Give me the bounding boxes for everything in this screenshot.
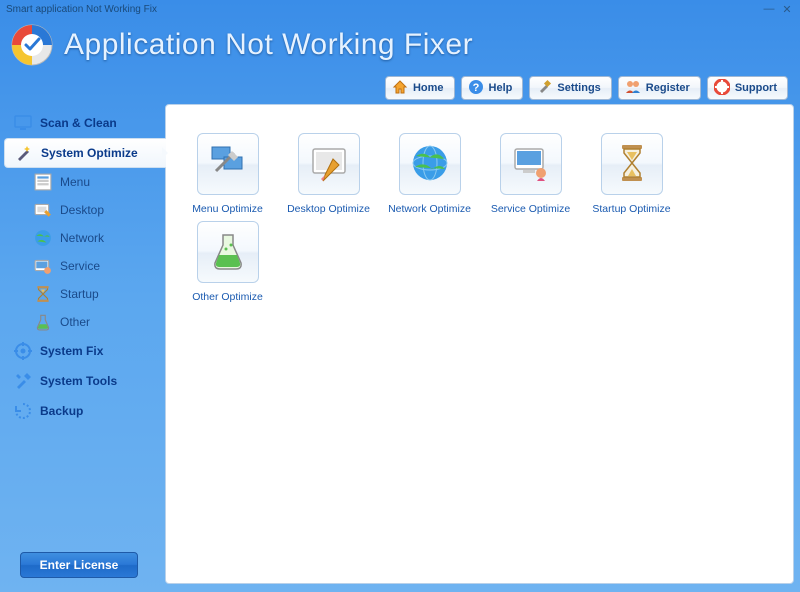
app-logo-icon	[10, 23, 54, 67]
sidebar-label: Network	[60, 231, 104, 245]
help-label: Help	[489, 82, 513, 94]
home-icon	[392, 79, 408, 98]
sidebar-label: Startup	[60, 287, 99, 301]
close-button[interactable]: ✕	[780, 2, 794, 16]
settings-icon	[536, 79, 552, 98]
help-icon: ?	[468, 79, 484, 98]
content-area: Menu Optimize Desktop Optimize Network O…	[165, 104, 794, 584]
sidebar-label: System Optimize	[41, 146, 138, 160]
globe-icon	[34, 229, 52, 247]
service-optimize-icon	[509, 141, 553, 188]
startup-optimize-icon	[610, 141, 654, 188]
support-button[interactable]: Support	[707, 76, 788, 100]
toolbar: Home ? Help Settings Register Support	[0, 72, 800, 104]
other-optimize-icon	[206, 229, 250, 276]
sidebar-label: Service	[60, 259, 100, 273]
optimize-menu[interactable]: Menu Optimize	[180, 133, 275, 215]
hourglass-icon	[34, 285, 52, 303]
sidebar-sub-startup[interactable]: Startup	[4, 280, 165, 308]
backup-icon	[14, 402, 32, 420]
sidebar-sub-other[interactable]: Other	[4, 308, 165, 336]
enter-license-button[interactable]: Enter License	[20, 552, 138, 578]
flask-icon	[34, 313, 52, 331]
svg-text:?: ?	[472, 82, 479, 94]
sidebar-sub-service[interactable]: Service	[4, 252, 165, 280]
desktop-optimize-icon	[307, 141, 351, 188]
window-title: Smart application Not Working Fix	[6, 4, 758, 15]
gear-icon	[14, 342, 32, 360]
network-optimize-icon	[408, 141, 452, 188]
optimize-label: Menu Optimize	[192, 203, 263, 215]
home-button[interactable]: Home	[385, 76, 455, 100]
optimize-label: Network Optimize	[388, 203, 471, 215]
sidebar-sub-network[interactable]: Network	[4, 224, 165, 252]
sidebar-item-system-tools[interactable]: System Tools	[4, 366, 165, 396]
support-icon	[714, 79, 730, 98]
optimize-desktop[interactable]: Desktop Optimize	[281, 133, 376, 215]
home-label: Home	[413, 82, 444, 94]
wand-icon	[15, 144, 33, 162]
header: Application Not Working Fixer	[0, 18, 800, 72]
sidebar-label: Desktop	[60, 203, 104, 217]
monitor-icon	[14, 114, 32, 132]
sidebar-item-scan-clean[interactable]: Scan & Clean	[4, 108, 165, 138]
app-title: Application Not Working Fixer	[64, 28, 473, 62]
settings-label: Settings	[557, 82, 600, 94]
register-label: Register	[646, 82, 690, 94]
optimize-startup[interactable]: Startup Optimize	[584, 133, 679, 215]
support-label: Support	[735, 82, 777, 94]
minimize-button[interactable]: —	[762, 2, 776, 16]
help-button[interactable]: ? Help	[461, 76, 524, 100]
optimize-label: Other Optimize	[192, 291, 263, 303]
sidebar-label: Menu	[60, 175, 90, 189]
optimize-network[interactable]: Network Optimize	[382, 133, 477, 215]
service-icon	[34, 257, 52, 275]
optimize-service[interactable]: Service Optimize	[483, 133, 578, 215]
settings-button[interactable]: Settings	[529, 76, 611, 100]
sidebar-item-backup[interactable]: Backup	[4, 396, 165, 426]
menu-optimize-icon	[206, 141, 250, 188]
optimize-label: Desktop Optimize	[287, 203, 370, 215]
register-icon	[625, 79, 641, 98]
desktop-icon	[34, 201, 52, 219]
sidebar: Scan & Clean System Optimize Menu Deskto…	[0, 104, 165, 590]
sidebar-label: System Fix	[40, 344, 103, 358]
sidebar-label: Scan & Clean	[40, 116, 117, 130]
titlebar: Smart application Not Working Fix — ✕	[0, 0, 800, 18]
sidebar-label: Backup	[40, 404, 83, 418]
sidebar-label: System Tools	[40, 374, 117, 388]
optimize-label: Service Optimize	[491, 203, 570, 215]
menu-icon	[34, 173, 52, 191]
sidebar-item-system-fix[interactable]: System Fix	[4, 336, 165, 366]
optimize-label: Startup Optimize	[592, 203, 670, 215]
tools-icon	[14, 372, 32, 390]
sidebar-sub-desktop[interactable]: Desktop	[4, 196, 165, 224]
sidebar-sub-menu[interactable]: Menu	[4, 168, 165, 196]
sidebar-label: Other	[60, 315, 90, 329]
sidebar-item-system-optimize[interactable]: System Optimize	[4, 138, 166, 168]
register-button[interactable]: Register	[618, 76, 701, 100]
optimize-other[interactable]: Other Optimize	[180, 221, 275, 303]
